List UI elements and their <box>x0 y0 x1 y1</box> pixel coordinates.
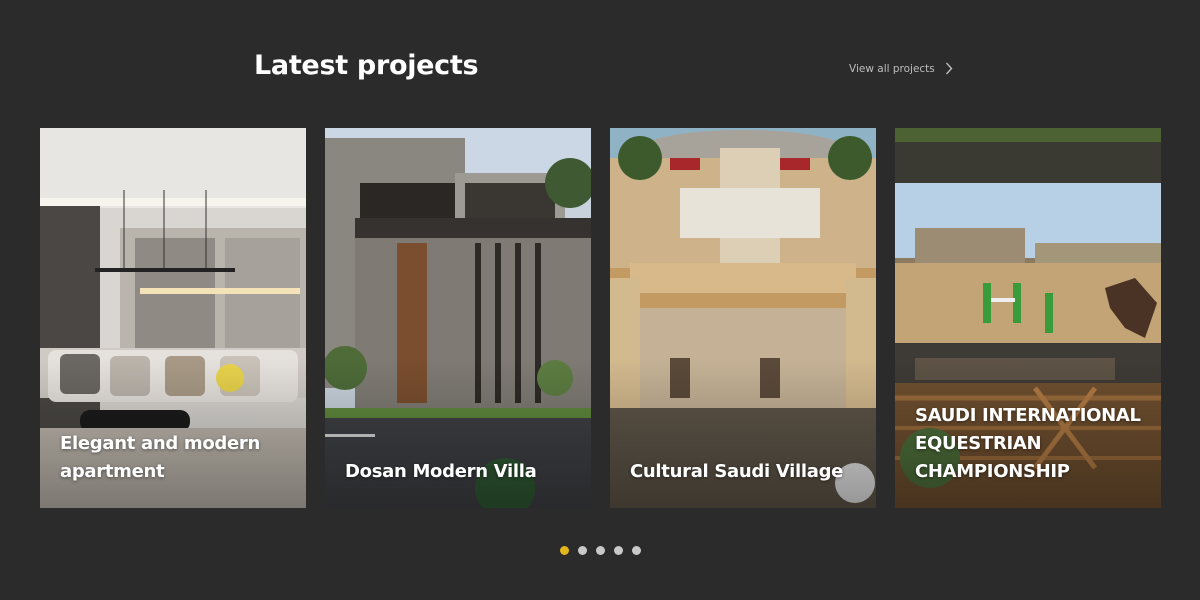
pagination-dot[interactable] <box>614 546 623 555</box>
latest-projects-section: Latest projects View all projects Elegan… <box>0 0 1200 600</box>
view-all-projects-link[interactable]: View all projects <box>849 62 953 75</box>
pagination-dot[interactable] <box>560 546 569 555</box>
pagination-dot[interactable] <box>596 546 605 555</box>
carousel-pagination <box>560 546 641 555</box>
project-title: Elegant and modern apartment <box>60 433 261 482</box>
project-card[interactable]: Elegant and modern apartment <box>40 128 306 508</box>
pagination-dot[interactable] <box>632 546 641 555</box>
project-title: Cultural Saudi Village <box>630 461 844 482</box>
projects-carousel: Elegant and modern apartment Dosan Moder… <box>40 128 1161 508</box>
project-card[interactable]: SAUDI INTERNATIONAL EQUESTRIAN CHAMPIONS… <box>895 128 1161 508</box>
section-title: Latest projects <box>254 50 479 81</box>
chevron-right-icon <box>945 62 953 75</box>
project-card[interactable]: Cultural Saudi Village <box>610 128 876 508</box>
view-all-label: View all projects <box>849 62 935 75</box>
pagination-dot[interactable] <box>578 546 587 555</box>
project-title: SAUDI INTERNATIONAL EQUESTRIAN CHAMPIONS… <box>915 405 1141 482</box>
project-title: Dosan Modern Villa <box>345 461 537 482</box>
project-card[interactable]: Dosan Modern Villa <box>325 128 591 508</box>
